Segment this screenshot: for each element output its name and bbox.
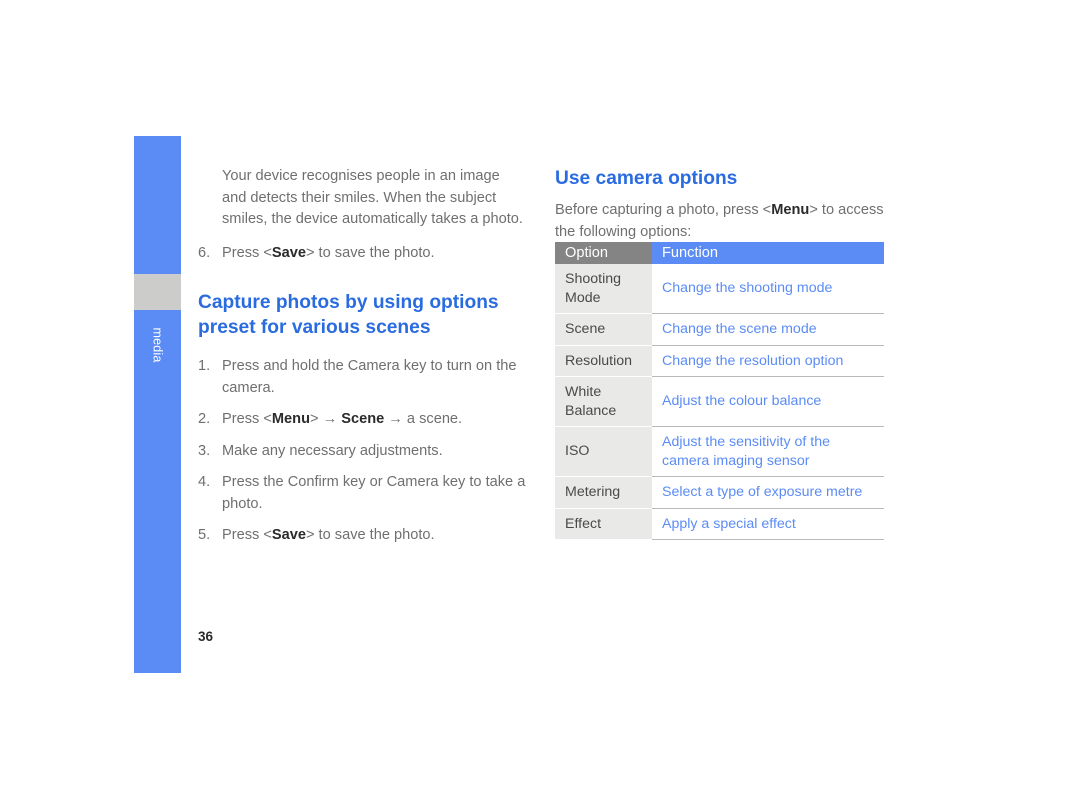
step-number: 3. <box>198 442 211 459</box>
side-tab-marker <box>134 274 181 310</box>
step-number: 5. <box>198 527 211 543</box>
table-cell-option: White Balance <box>555 376 652 427</box>
table-row: ISO Adjust the sensitivity of the camera … <box>555 426 884 477</box>
table-cell-function: Adjust the sensitivity of the camera ima… <box>652 426 884 477</box>
right-column: Use camera options Before capturing a ph… <box>555 166 890 243</box>
step-text-bold-menu: Menu <box>271 411 310 427</box>
table-body: Shooting Mode Change the shooting mode Sce… <box>555 264 884 540</box>
column-header-option: Option <box>555 242 652 264</box>
step-text-post: > to save the photo. <box>305 527 435 543</box>
intro-pre: Before capturing a photo, press < <box>555 202 772 218</box>
list-item-step-5: 5. Press <Save> to save the photo. <box>198 525 528 547</box>
table-cell-function: Adjust the colour balance <box>652 376 884 427</box>
list-item-step-3: 3. Make any necessary adjustments. <box>198 441 528 463</box>
step-text-pre: Press < <box>222 527 272 543</box>
table-cell-option: Scene <box>555 313 652 346</box>
column-header-function: Function <box>652 242 884 264</box>
step-number: 2. <box>198 411 211 427</box>
list-item-step-1: 1. Press and hold the Camera key to turn… <box>198 356 528 399</box>
list-item-step-6: 6. Press <Save> to save the photo. <box>198 243 528 265</box>
table-cell-function: Change the scene mode <box>652 313 884 346</box>
step-text: Press <Save> to save the photo. <box>222 243 528 265</box>
table-cell-function: Change the shooting mode <box>652 264 884 314</box>
table-row: Effect Apply a special effect <box>555 508 884 540</box>
intro-bold-menu: Menu <box>771 202 810 218</box>
step-text-arrow-1: > → <box>310 411 342 427</box>
table-cell-option: Effect <box>555 508 652 540</box>
step-text-post: → a scene. <box>384 411 463 427</box>
table-head: Option Function <box>555 242 884 264</box>
smile-detection-paragraph: Your device recognises people in an imag… <box>222 168 523 227</box>
table-row: Metering Select a type of exposure metre <box>555 476 884 509</box>
step-text: Press the Confirm key or Camera key to t… <box>222 474 526 512</box>
table-row: Shooting Mode Change the shooting mode <box>555 264 884 314</box>
step-text: Press and hold the Camera key to turn on… <box>222 358 517 396</box>
table-cell-option: Metering <box>555 476 652 509</box>
step-text: Press <Menu> → Scene → a scene. <box>222 409 528 431</box>
step-number: 4. <box>198 474 211 490</box>
camera-options-intro: Before capturing a photo, press <Menu> t… <box>555 200 885 243</box>
table-cell-option: Resolution <box>555 345 652 377</box>
table-cell-function: Apply a special effect <box>652 508 884 540</box>
step-text-pre: Press < <box>222 244 272 261</box>
table-row: Resolution Change the resolution option <box>555 345 884 377</box>
side-tab-label: media <box>134 316 181 436</box>
step-text: Make any necessary adjustments. <box>222 442 443 459</box>
table-cell-function: Change the resolution option <box>652 345 884 377</box>
list-item-step-4: 4. Press the Confirm key or Camera key t… <box>198 472 528 515</box>
side-tab: media <box>134 136 181 673</box>
page-section-heading: Capture photos by using options preset f… <box>198 292 499 338</box>
table-header-row: Option Function <box>555 242 884 264</box>
side-tab-label-text: media <box>150 327 165 363</box>
table-row: White Balance Adjust the colour balance <box>555 376 884 427</box>
left-column: Your device recognises people in an imag… <box>198 166 528 547</box>
camera-options-table: Option Function Shooting Mode Change the … <box>555 242 884 540</box>
step-number: 6. <box>198 244 211 261</box>
step-number: 1. <box>198 358 211 374</box>
table-cell-option: ISO <box>555 426 652 477</box>
step-text-bold-scene: Scene <box>341 411 385 427</box>
page-number: 36 <box>198 629 214 644</box>
list-item-step-2: 2. Press <Menu> → Scene → a scene. <box>198 409 528 431</box>
step-text: Press <Save> to save the photo. <box>222 525 528 547</box>
step-text-bold: Save <box>271 527 306 543</box>
step-text-pre: Press < <box>222 411 272 427</box>
step-text-post: > to save the photo. <box>305 244 435 261</box>
table-cell-option: Shooting Mode <box>555 264 652 314</box>
table-row: Scene Change the scene mode <box>555 313 884 346</box>
use-camera-options-heading: Use camera options <box>555 168 738 189</box>
table-cell-function: Select a type of exposure metre <box>652 476 884 509</box>
step-text-bold: Save <box>271 244 306 261</box>
